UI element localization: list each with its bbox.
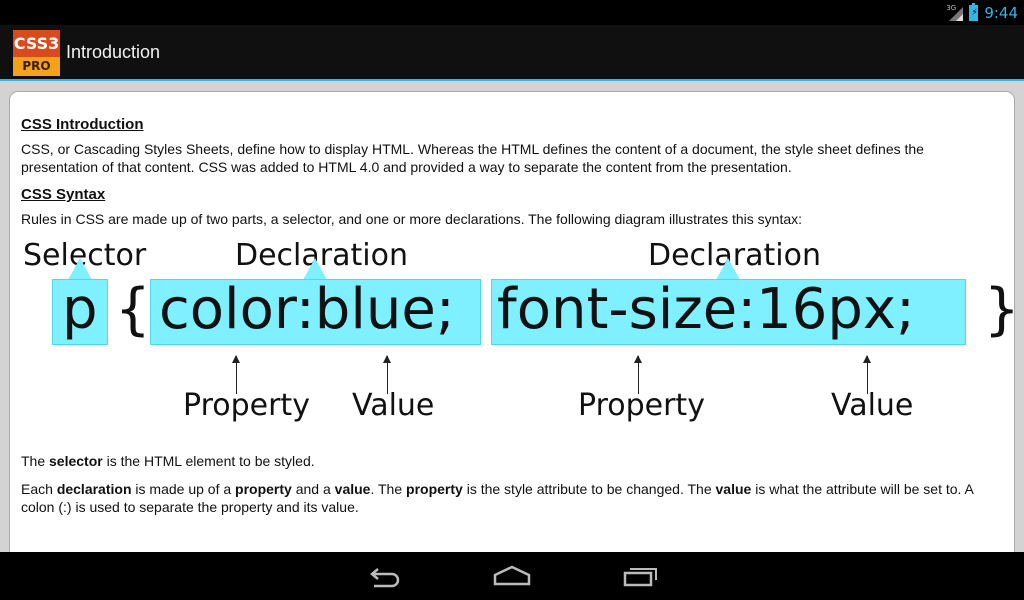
property-label-1: Property — [183, 388, 310, 423]
value-label-2: Value — [831, 388, 914, 423]
clock: 9:44 — [984, 4, 1018, 22]
signal-icon: 3G — [946, 4, 964, 21]
logo-bottom-text: PRO — [13, 57, 60, 76]
content-area[interactable]: CSS Introduction CSS, or Cascading Style… — [0, 81, 1024, 552]
syntax-paragraph: Rules in CSS are made up of two parts, a… — [21, 211, 803, 227]
close-brace: } — [984, 280, 1014, 340]
navigation-bar — [0, 552, 1024, 600]
battery-icon: ⚡ — [969, 3, 979, 21]
logo-top-text: CSS3 — [13, 30, 60, 57]
status-icons: 3G ⚡ 9:44 — [946, 3, 1018, 23]
recents-icon[interactable] — [620, 562, 660, 590]
declaration-code-2: font-size:16px; — [497, 277, 915, 342]
page-title: Introduction — [66, 42, 161, 62]
intro-heading: CSS Introduction — [21, 116, 144, 133]
article: CSS Introduction CSS, or Cascading Style… — [21, 116, 1014, 516]
syntax-heading: CSS Syntax — [21, 186, 106, 203]
declaration-sentence: Each declaration is made up of a propert… — [21, 481, 974, 515]
intro-paragraph: CSS, or Cascading Styles Sheets, define … — [21, 141, 924, 175]
home-icon[interactable] — [492, 562, 532, 590]
content-card: CSS Introduction CSS, or Cascading Style… — [9, 91, 1015, 552]
app-logo[interactable]: CSS3 PRO — [13, 30, 60, 76]
action-bar: CSS3 PRO Introduction — [0, 25, 1024, 81]
status-bar: 3G ⚡ 9:44 — [0, 0, 1024, 25]
selector-code: p — [62, 277, 98, 342]
value-label-1: Value — [352, 388, 435, 423]
back-icon[interactable] — [364, 562, 404, 590]
property-label-2: Property — [578, 388, 705, 423]
open-brace: { — [115, 277, 151, 342]
declaration-code-1: color:blue; — [159, 277, 455, 342]
css-syntax-diagram: Selector Declaration Declaration p { col… — [11, 234, 1014, 440]
selector-sentence: The selector is the HTML element to be s… — [21, 453, 315, 469]
network-type: 3G — [946, 4, 957, 12]
